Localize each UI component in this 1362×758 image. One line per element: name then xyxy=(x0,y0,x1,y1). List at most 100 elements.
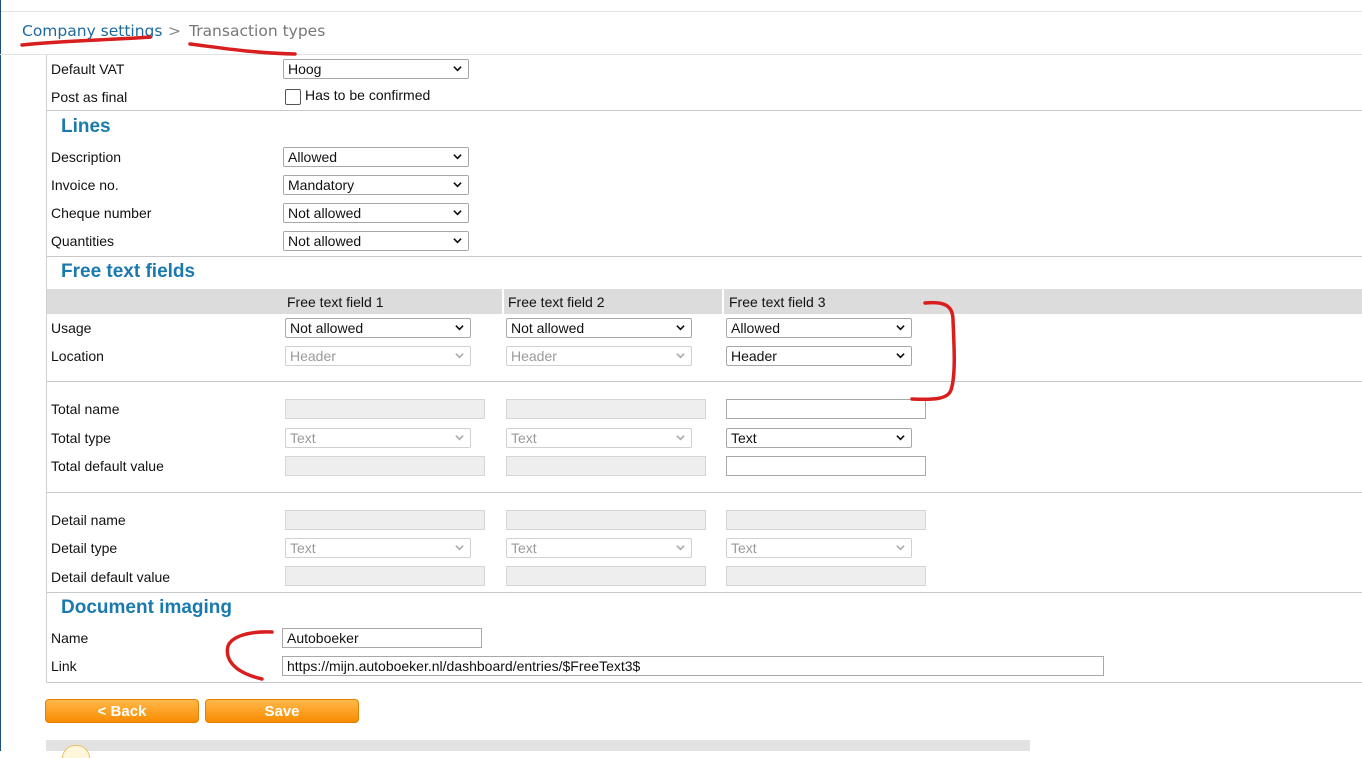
location-field-1-value: Header xyxy=(290,348,336,364)
chevron-down-icon xyxy=(453,182,462,188)
imaging-name-label: Name xyxy=(51,630,89,646)
section-divider xyxy=(47,592,1362,593)
default-vat-value: Hoog xyxy=(288,61,322,77)
total-name-field-3-input[interactable] xyxy=(726,399,926,419)
column-separator xyxy=(722,289,724,314)
chevron-down-icon xyxy=(455,353,464,359)
free-text-field-1-header: Free text field 1 xyxy=(287,294,384,310)
group-divider xyxy=(47,492,1362,493)
lines-description-value: Allowed xyxy=(288,149,338,165)
usage-field-2-value: Not allowed xyxy=(511,320,585,336)
lines-row-cheque-number: Cheque number Not allowed xyxy=(47,202,1362,226)
imaging-link-row: Link https://mijn.autoboeker.nl/dashboar… xyxy=(47,655,1362,679)
chevron-down-icon xyxy=(676,325,685,331)
detail-name-field-1-input xyxy=(285,510,485,530)
detail-type-field-3-select: Text xyxy=(726,538,912,558)
total-type-field-1-select: Text xyxy=(285,428,471,448)
chevron-down-icon xyxy=(896,435,905,441)
lines-invoice-no-label: Invoice no. xyxy=(51,177,119,193)
location-row: Location Header Header Header xyxy=(47,345,1362,369)
total-default-value-label: Total default value xyxy=(51,458,164,474)
total-type-field-1-value: Text xyxy=(290,430,316,446)
detail-name-field-3-input xyxy=(726,510,926,530)
lines-row-invoice-no: Invoice no. Mandatory xyxy=(47,174,1362,198)
chevron-down-icon xyxy=(455,545,464,551)
detail-type-field-1-select: Text xyxy=(285,538,471,558)
total-default-field-2-input xyxy=(506,456,706,476)
imaging-link-input[interactable]: https://mijn.autoboeker.nl/dashboard/ent… xyxy=(282,656,1104,676)
imaging-name-input[interactable]: Autoboeker xyxy=(282,628,482,648)
breadcrumb-current-page: Transaction types xyxy=(189,22,326,40)
detail-name-field-2-input xyxy=(506,510,706,530)
has-to-be-confirmed-checkbox[interactable] xyxy=(285,89,301,105)
chevron-down-icon xyxy=(453,154,462,160)
chevron-down-icon xyxy=(676,545,685,551)
location-field-2-select: Header xyxy=(506,346,692,366)
total-name-label: Total name xyxy=(51,401,120,417)
chevron-down-icon xyxy=(455,435,464,441)
lines-row-description: Description Allowed xyxy=(47,146,1362,170)
chevron-down-icon xyxy=(676,353,685,359)
lines-invoice-no-select[interactable]: Mandatory xyxy=(283,175,469,195)
total-default-value-row: Total default value xyxy=(47,455,1362,479)
breadcrumb-separator: > xyxy=(168,22,181,40)
lines-description-select[interactable]: Allowed xyxy=(283,147,469,167)
location-field-3-value: Header xyxy=(731,348,777,364)
detail-type-field-2-value: Text xyxy=(511,540,537,556)
detail-type-label: Detail type xyxy=(51,540,118,556)
total-type-label: Total type xyxy=(51,430,111,446)
section-divider xyxy=(47,682,1362,683)
lines-cheque-number-label: Cheque number xyxy=(51,205,152,221)
lines-cheque-number-select[interactable]: Not allowed xyxy=(283,203,469,223)
chevron-down-icon xyxy=(453,66,462,72)
section-divider xyxy=(47,256,1362,257)
total-type-field-3-select[interactable]: Text xyxy=(726,428,912,448)
lines-section-title: Lines xyxy=(61,116,111,137)
chevron-down-icon xyxy=(896,545,905,551)
left-edge-bar xyxy=(0,0,1,751)
usage-field-3-value: Allowed xyxy=(731,320,781,336)
detail-type-row: Detail type Text Text Text xyxy=(47,537,1362,561)
detail-default-field-3-input xyxy=(726,566,926,586)
back-button[interactable]: < Back xyxy=(45,699,199,723)
usage-row: Usage Not allowed Not allowed Allowed xyxy=(47,317,1362,341)
lines-quantities-select[interactable]: Not allowed xyxy=(283,231,469,251)
total-default-field-3-input[interactable] xyxy=(726,456,926,476)
total-name-field-1-input xyxy=(285,399,485,419)
imaging-link-label: Link xyxy=(51,658,77,674)
default-vat-row: Default VAT Hoog xyxy=(47,58,1362,82)
chevron-down-icon xyxy=(453,210,462,216)
detail-default-field-1-input xyxy=(285,566,485,586)
chevron-down-icon xyxy=(896,325,905,331)
detail-default-value-row: Detail default value xyxy=(47,566,1362,590)
location-field-2-value: Header xyxy=(511,348,557,364)
total-type-field-2-value: Text xyxy=(511,430,537,446)
lines-invoice-no-value: Mandatory xyxy=(288,177,355,193)
usage-field-3-select[interactable]: Allowed xyxy=(726,318,912,338)
usage-field-1-value: Not allowed xyxy=(290,320,364,336)
total-name-row: Total name xyxy=(47,398,1362,422)
total-type-field-3-value: Text xyxy=(731,430,757,446)
free-text-field-2-header: Free text field 2 xyxy=(508,294,605,310)
default-vat-select[interactable]: Hoog xyxy=(283,59,469,79)
detail-name-label: Detail name xyxy=(51,512,126,528)
location-label: Location xyxy=(51,348,104,364)
chevron-down-icon xyxy=(676,435,685,441)
save-button[interactable]: Save xyxy=(205,699,359,723)
lines-row-quantities: Quantities Not allowed xyxy=(47,230,1362,254)
total-default-field-1-input xyxy=(285,456,485,476)
transaction-type-form: Default VAT Hoog Post as final Has to be… xyxy=(46,55,1362,683)
chevron-down-icon xyxy=(453,238,462,244)
chevron-down-icon xyxy=(455,325,464,331)
detail-type-field-3-value: Text xyxy=(731,540,757,556)
free-text-fields-header: Free text field 1 Free text field 2 Free… xyxy=(47,289,1362,314)
usage-field-2-select[interactable]: Not allowed xyxy=(506,318,692,338)
location-field-3-select[interactable]: Header xyxy=(726,346,912,366)
breadcrumb-company-settings-link[interactable]: Company settings xyxy=(22,22,162,40)
usage-field-1-select[interactable]: Not allowed xyxy=(285,318,471,338)
total-type-field-2-select: Text xyxy=(506,428,692,448)
group-divider xyxy=(47,381,1362,382)
usage-label: Usage xyxy=(51,320,92,336)
document-imaging-section-title: Document imaging xyxy=(61,597,233,618)
column-separator xyxy=(502,289,504,314)
